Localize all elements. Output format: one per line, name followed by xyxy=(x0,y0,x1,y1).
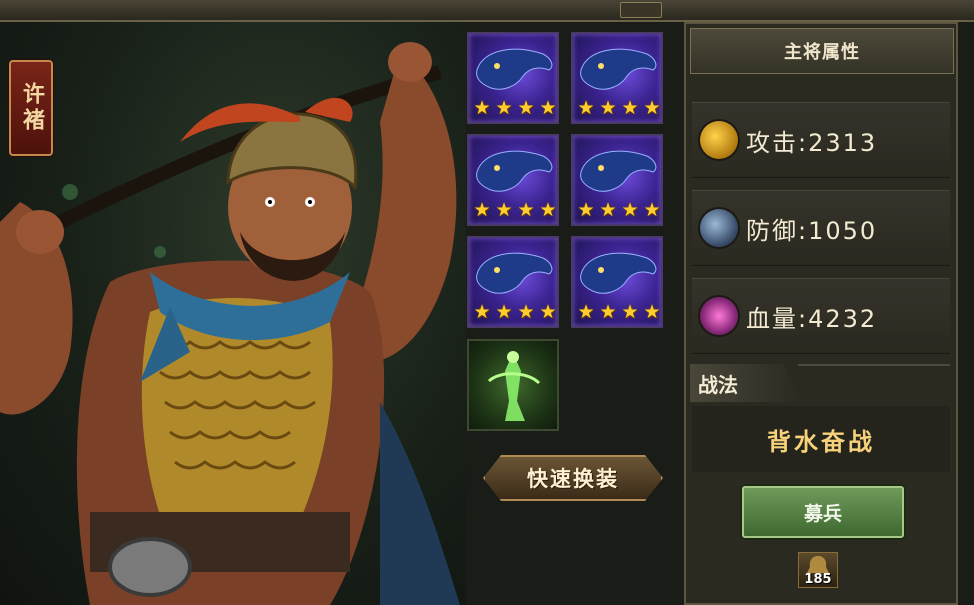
star-icon: ★ xyxy=(643,301,661,323)
dragon-icon xyxy=(476,252,553,294)
star-icon: ★ xyxy=(643,199,661,221)
stat-separator: : xyxy=(798,128,809,157)
star-rating: ★ ★ ★ ★ xyxy=(472,199,557,221)
star-icon: ★ xyxy=(643,97,661,119)
stat-hp: 血量:4232 xyxy=(692,278,950,354)
equipment-slot-2[interactable]: ★ ★ ★ ★ xyxy=(571,32,663,124)
star-rating: ★ ★ ★ ★ xyxy=(472,97,557,119)
star-icon: ★ xyxy=(495,97,513,119)
equipment-slot-6[interactable]: ★ ★ ★ ★ xyxy=(571,236,663,328)
dragon-icon xyxy=(580,252,657,294)
stat-hp-value: 4232 xyxy=(808,304,878,333)
star-icon: ★ xyxy=(517,301,535,323)
tactic-divider xyxy=(798,364,950,366)
equipment-slot-4[interactable]: ★ ★ ★ ★ xyxy=(571,134,663,226)
star-icon: ★ xyxy=(473,301,491,323)
attack-icon xyxy=(700,121,738,159)
star-icon: ★ xyxy=(495,199,513,221)
stat-attack-label: 攻击 xyxy=(746,128,798,157)
star-icon: ★ xyxy=(539,97,557,119)
hero-illustration xyxy=(0,42,460,605)
star-icon: ★ xyxy=(599,199,617,221)
shield-icon xyxy=(700,209,738,247)
troop-badge: 185 xyxy=(798,552,838,588)
dragon-icon xyxy=(476,48,553,90)
star-rating: ★ ★ ★ ★ xyxy=(576,97,661,119)
attribute-panel-title: 主将属性 xyxy=(690,28,954,74)
skill-slot[interactable] xyxy=(467,339,559,431)
stat-separator: : xyxy=(798,304,809,333)
star-icon: ★ xyxy=(577,97,595,119)
star-icon: ★ xyxy=(599,97,617,119)
star-icon: ★ xyxy=(517,199,535,221)
star-icon: ★ xyxy=(473,97,491,119)
hero-portrait: 许褚 xyxy=(0,22,466,605)
dragon-icon xyxy=(476,150,553,192)
star-rating: ★ ★ ★ ★ xyxy=(576,199,661,221)
stat-attack: 攻击:2313 xyxy=(692,102,950,178)
star-icon: ★ xyxy=(577,199,595,221)
star-icon: ★ xyxy=(621,199,639,221)
attribute-panel: 主将属性 攻击:2313 防御:1050 血量:4232 战法 背水奋战 募兵 … xyxy=(684,22,958,605)
recruit-button[interactable]: 募兵 xyxy=(742,486,904,538)
stat-attack-value: 2313 xyxy=(808,128,878,157)
stat-defense-label: 防御 xyxy=(746,216,798,245)
star-icon: ★ xyxy=(599,301,617,323)
equipment-slot-5[interactable]: ★ ★ ★ ★ xyxy=(467,236,559,328)
star-icon: ★ xyxy=(539,301,557,323)
star-icon: ★ xyxy=(577,301,595,323)
star-icon: ★ xyxy=(621,301,639,323)
troop-count: 185 xyxy=(804,572,832,587)
hero-name-plate: 许褚 xyxy=(9,60,53,156)
dragon-icon xyxy=(580,48,657,90)
star-rating: ★ ★ ★ ★ xyxy=(472,301,557,323)
star-icon: ★ xyxy=(539,199,557,221)
star-icon: ★ xyxy=(517,97,535,119)
stat-defense-value: 1050 xyxy=(808,216,878,245)
quick-change-button[interactable]: 快速换装 xyxy=(483,455,663,501)
warrior-skill-icon xyxy=(487,351,541,421)
star-icon: ★ xyxy=(621,97,639,119)
equipment-slot-1[interactable]: ★ ★ ★ ★ xyxy=(467,32,559,124)
star-rating: ★ ★ ★ ★ xyxy=(576,301,661,323)
equipment-slot-3[interactable]: ★ ★ ★ ★ xyxy=(467,134,559,226)
stat-defense: 防御:1050 xyxy=(692,190,950,266)
star-icon: ★ xyxy=(473,199,491,221)
stat-hp-label: 血量 xyxy=(746,304,798,333)
tactic-name: 背水奋战 xyxy=(692,406,950,472)
star-icon: ★ xyxy=(495,301,513,323)
tactic-header: 战法 xyxy=(690,364,800,402)
heart-icon xyxy=(700,297,738,335)
dragon-icon xyxy=(580,150,657,192)
top-frame xyxy=(0,0,974,22)
stat-separator: : xyxy=(798,216,809,245)
